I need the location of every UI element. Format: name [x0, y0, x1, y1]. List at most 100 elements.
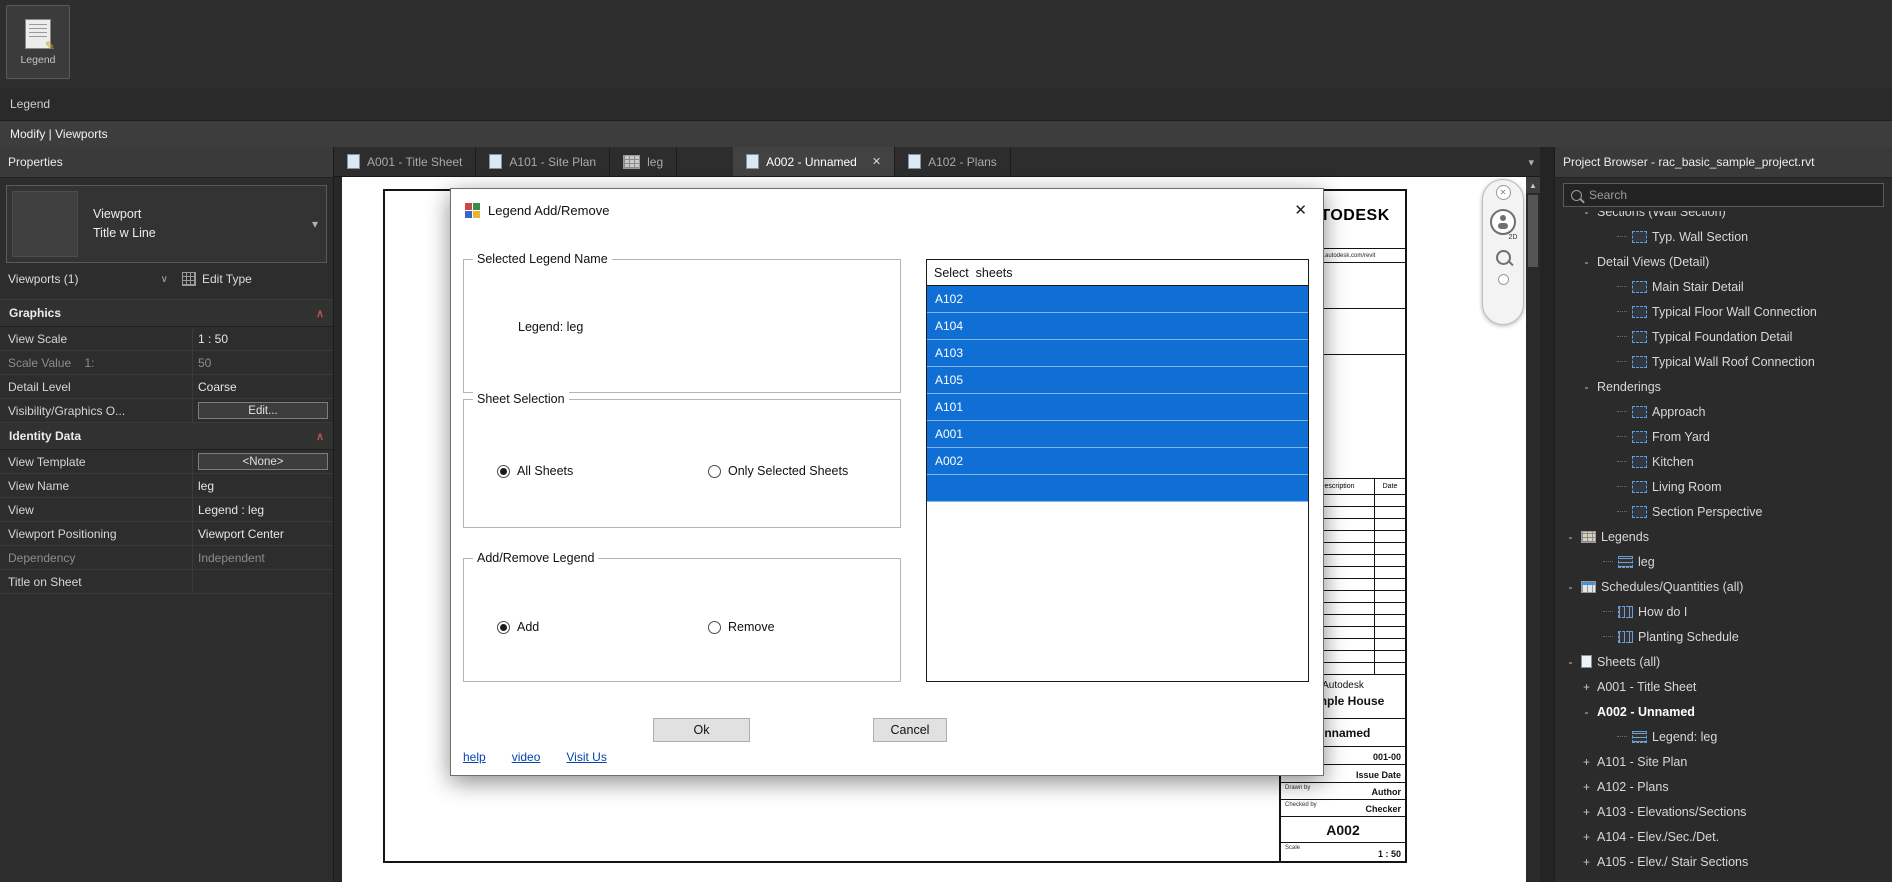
tree-item[interactable]: Section Perspective [1555, 499, 1892, 524]
radio-option[interactable]: Remove [708, 620, 775, 634]
expander-minus-icon[interactable]: - [1581, 211, 1592, 219]
property-value[interactable] [193, 570, 333, 593]
navigation-bar[interactable]: ✕ 2D [1482, 179, 1524, 325]
tree-item[interactable]: Kitchen [1555, 449, 1892, 474]
expander-minus-icon[interactable]: - [1581, 255, 1592, 269]
tree-item[interactable]: -Legends [1555, 524, 1892, 549]
sheet-list-item[interactable] [927, 475, 1308, 502]
radio-option[interactable]: Add [497, 620, 539, 634]
radio-icon[interactable] [497, 621, 510, 634]
property-value[interactable]: 1 : 50 [193, 327, 333, 350]
viewports-filter-combo[interactable]: Viewports (1) ∨ [8, 272, 168, 286]
radio-icon[interactable] [708, 465, 721, 478]
legend-tool-button[interactable]: Legend [6, 5, 70, 79]
property-value[interactable]: Independent [193, 546, 333, 569]
link-video[interactable]: video [512, 750, 541, 764]
property-value[interactable]: Legend : leg [193, 498, 333, 521]
expander-plus-icon[interactable]: + [1581, 855, 1592, 869]
expander-minus-icon[interactable]: - [1565, 530, 1576, 544]
tree-item[interactable]: +A104 - Elev./Sec./Det. [1555, 824, 1892, 849]
search-input[interactable]: Search [1563, 183, 1884, 207]
expander-minus-icon[interactable]: - [1565, 655, 1576, 669]
property-value[interactable]: Coarse [193, 375, 333, 398]
panel-splitter[interactable] [1540, 147, 1554, 882]
radio-icon[interactable] [708, 621, 721, 634]
property-value[interactable]: 50 [193, 351, 333, 374]
property-section-header[interactable]: Identity Data∧ [0, 423, 333, 450]
modify-context-bar[interactable]: Modify | Viewports [0, 121, 1892, 147]
value-button[interactable]: Edit... [198, 402, 328, 419]
link-visit-us[interactable]: Visit Us [566, 750, 606, 764]
sheet-list-item[interactable]: A104 [927, 313, 1308, 340]
radio-option[interactable]: All Sheets [497, 464, 573, 478]
expander-plus-icon[interactable]: + [1581, 680, 1592, 694]
ok-button[interactable]: Ok [653, 718, 750, 742]
link-help[interactable]: help [463, 750, 486, 764]
tree-item[interactable]: -Detail Views (Detail) [1555, 249, 1892, 274]
tree-item[interactable]: Main Stair Detail [1555, 274, 1892, 299]
project-browser-header[interactable]: Project Browser - rac_basic_sample_proje… [1555, 147, 1892, 178]
scrollbar-thumb[interactable] [1528, 195, 1538, 267]
select-sheets-list[interactable]: Select sheets A102A104A103A105A101A001A0… [926, 259, 1309, 682]
tree-item[interactable]: +A102 - Plans [1555, 774, 1892, 799]
expander-minus-icon[interactable]: - [1581, 380, 1592, 394]
property-value[interactable]: leg [193, 474, 333, 497]
collapse-chevron-icon[interactable]: ∧ [316, 430, 324, 443]
collapse-chevron-icon[interactable]: ∧ [316, 307, 324, 320]
steering-wheel-icon[interactable] [1490, 209, 1516, 235]
expander-minus-icon[interactable]: - [1581, 705, 1592, 719]
tree-item[interactable]: +A105 - Elev./ Stair Sections [1555, 849, 1892, 874]
navbar-close-icon[interactable]: ✕ [1496, 185, 1511, 200]
tree-item[interactable]: +A101 - Site Plan [1555, 749, 1892, 774]
sheet-list-item[interactable]: A103 [927, 340, 1308, 367]
property-value[interactable]: Edit... [193, 399, 333, 422]
tree-item[interactable]: From Yard [1555, 424, 1892, 449]
type-selector-dropdown-icon[interactable]: ▾ [304, 217, 326, 231]
tree-item[interactable]: Legend: leg [1555, 724, 1892, 749]
sheet-list-item[interactable]: A001 [927, 421, 1308, 448]
doc-tab[interactable]: A002 - Unnamed✕ [733, 147, 895, 176]
radio-icon[interactable] [497, 465, 510, 478]
doc-tab[interactable]: A001 - Title Sheet [334, 147, 476, 176]
tree-item[interactable]: -Renderings [1555, 374, 1892, 399]
doc-tab[interactable]: leg [610, 147, 677, 176]
tree-item[interactable]: Typical Foundation Detail [1555, 324, 1892, 349]
doc-tab[interactable]: A102 - Plans [895, 147, 1011, 176]
property-section-header[interactable]: Graphics∧ [0, 300, 333, 327]
sheet-list-item[interactable]: A101 [927, 394, 1308, 421]
tree-item[interactable]: Living Room [1555, 474, 1892, 499]
close-tab-icon[interactable]: ✕ [872, 155, 881, 168]
expander-minus-icon[interactable]: - [1565, 580, 1576, 594]
edit-type-button[interactable]: Edit Type [182, 272, 252, 286]
expander-plus-icon[interactable]: + [1581, 755, 1592, 769]
tree-item[interactable]: +A001 - Title Sheet [1555, 674, 1892, 699]
property-value[interactable]: Viewport Center [193, 522, 333, 545]
sheet-list-item[interactable]: A102 [927, 286, 1308, 313]
tree-item[interactable]: How do I [1555, 599, 1892, 624]
canvas-scrollbar[interactable]: ▲ [1526, 177, 1540, 882]
scroll-up-icon[interactable]: ▲ [1526, 177, 1540, 193]
tab-list-dropdown-icon[interactable]: ▾ [1528, 147, 1534, 177]
tree-item[interactable]: -Schedules/Quantities (all) [1555, 574, 1892, 599]
property-value[interactable]: <None> [193, 450, 333, 473]
sheet-list-item[interactable]: A002 [927, 448, 1308, 475]
zoom-icon[interactable] [1496, 250, 1511, 265]
tree-item[interactable]: -Sheets (all) [1555, 649, 1892, 674]
sheet-list-item[interactable]: A105 [927, 367, 1308, 394]
expander-plus-icon[interactable]: + [1581, 805, 1592, 819]
cancel-button[interactable]: Cancel [873, 718, 947, 742]
expander-plus-icon[interactable]: + [1581, 830, 1592, 844]
tree-item[interactable]: Planting Schedule [1555, 624, 1892, 649]
type-selector[interactable]: Viewport Title w Line ▾ [6, 185, 327, 263]
tree-item[interactable]: +A103 - Elevations/Sections [1555, 799, 1892, 824]
tree-item[interactable]: Typical Floor Wall Connection [1555, 299, 1892, 324]
close-icon[interactable]: ✕ [1294, 201, 1307, 219]
radio-option[interactable]: Only Selected Sheets [708, 464, 848, 478]
tree-item[interactable]: leg [1555, 549, 1892, 574]
tree-item[interactable]: Typ. Wall Section [1555, 224, 1892, 249]
tree-item[interactable]: -A002 - Unnamed [1555, 699, 1892, 724]
value-button[interactable]: <None> [198, 453, 328, 470]
doc-tab[interactable]: A101 - Site Plan [476, 147, 610, 176]
expander-plus-icon[interactable]: + [1581, 780, 1592, 794]
tree-item[interactable]: Typical Wall Roof Connection [1555, 349, 1892, 374]
